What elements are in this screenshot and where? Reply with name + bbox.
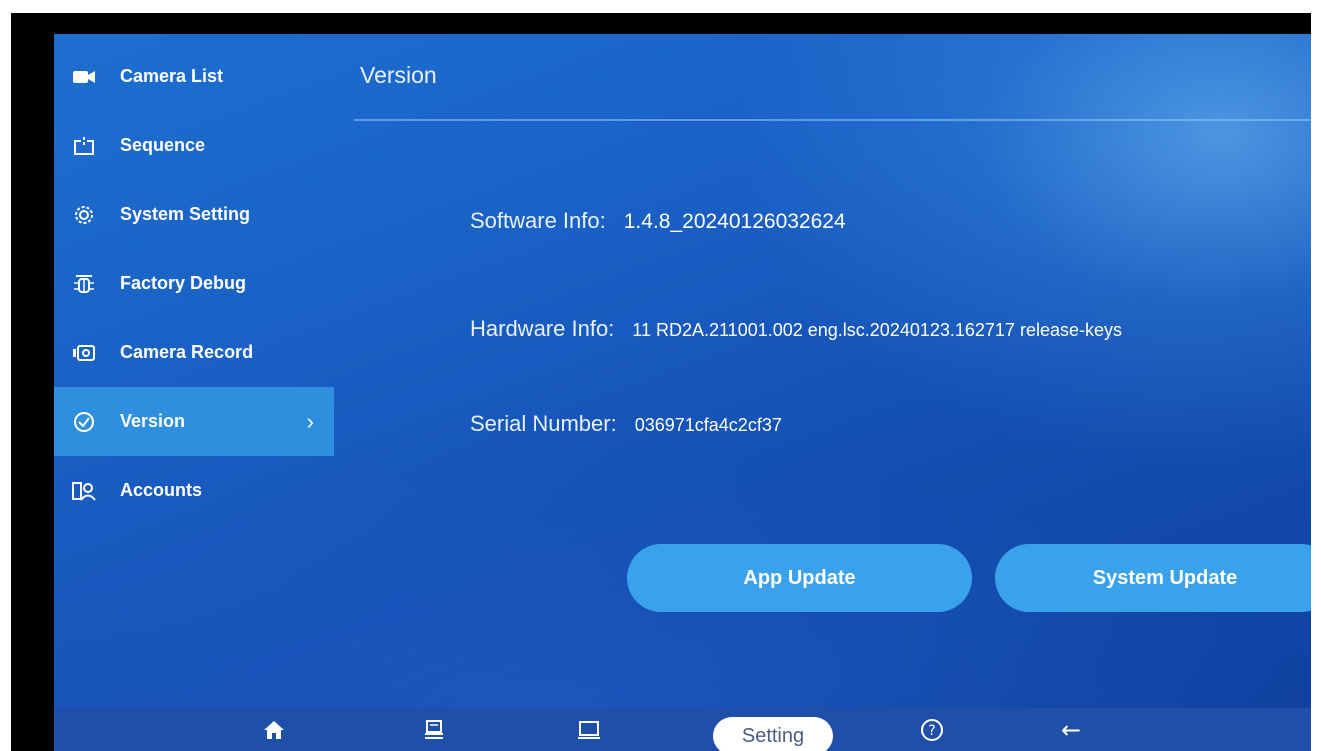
software-info-row: Software Info: 1.4.8_20240126032624 <box>470 208 846 234</box>
hardware-info-label: Hardware Info: <box>470 316 615 341</box>
sidebar-item-label: Camera List <box>120 66 224 86</box>
sidebar-item-label: System Setting <box>120 204 251 224</box>
system-update-button[interactable]: System Update <box>995 544 1311 612</box>
sidebar-item-accounts[interactable]: Accounts <box>54 456 334 525</box>
sidebar-item-label: Sequence <box>120 135 206 155</box>
sidebar-item-label: Factory Debug <box>120 273 247 293</box>
sidebar-item-label: Version <box>120 411 186 431</box>
bottom-navigation-bar: Setting ? ← <box>54 708 1311 751</box>
version-check-icon <box>64 411 104 433</box>
help-icon[interactable]: ? <box>917 708 947 751</box>
sequence-icon <box>64 136 104 155</box>
app-update-button[interactable]: App Update <box>627 544 972 612</box>
page-title: Version <box>360 62 437 88</box>
accounts-icon <box>64 481 104 501</box>
device-frame: Camera List Sequence System Setting Fact… <box>11 13 1311 751</box>
hardware-info-value: 11 RD2A.211001.002 eng.lsc.20240123.1627… <box>632 320 1122 340</box>
print-queue-icon[interactable] <box>419 708 449 751</box>
sidebar-item-version[interactable]: Version › <box>54 387 334 456</box>
sidebar-item-factory-debug[interactable]: Factory Debug <box>54 249 334 318</box>
software-info-label: Software Info: <box>470 208 606 233</box>
chevron-right-icon: › <box>306 409 314 434</box>
hardware-info-row: Hardware Info: 11 RD2A.211001.002 eng.lsc… <box>470 316 1122 342</box>
back-arrow-icon[interactable]: ← <box>1054 708 1088 751</box>
sidebar-item-camera-list[interactable]: Camera List <box>54 42 334 111</box>
help-glyph: ? <box>928 723 935 739</box>
sidebar-item-system-setting[interactable]: System Setting <box>54 180 334 249</box>
screen-icon[interactable] <box>574 708 604 751</box>
home-icon[interactable] <box>259 708 289 751</box>
software-info-value: 1.4.8_20240126032624 <box>623 210 846 233</box>
sidebar-item-camera-record[interactable]: Camera Record <box>54 318 334 387</box>
screen: Camera List Sequence System Setting Fact… <box>54 34 1311 751</box>
gear-icon <box>64 204 104 226</box>
record-icon <box>64 344 104 361</box>
serial-number-label: Serial Number: <box>470 411 617 436</box>
bug-icon <box>64 272 104 296</box>
sidebar: Camera List Sequence System Setting Fact… <box>54 42 334 525</box>
sidebar-item-label: Accounts <box>120 480 203 500</box>
serial-number-value: 036971cfa4c2cf37 <box>634 415 782 435</box>
setting-tab[interactable]: Setting <box>713 717 833 751</box>
camera-icon <box>64 70 104 84</box>
header-divider <box>354 119 1311 121</box>
sidebar-item-sequence[interactable]: Sequence <box>54 111 334 180</box>
serial-number-row: Serial Number: 036971cfa4c2cf37 <box>470 411 782 437</box>
sidebar-item-label: Camera Record <box>120 342 254 362</box>
